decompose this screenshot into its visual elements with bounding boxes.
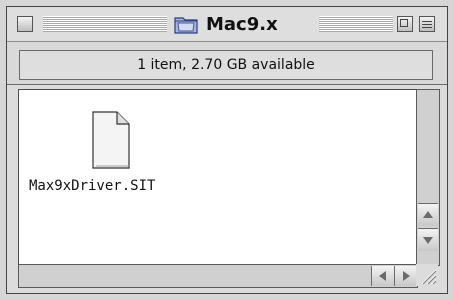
status-bar: 1 item, 2.70 GB available: [19, 50, 433, 80]
grow-box-icon: [421, 269, 437, 285]
file-list[interactable]: Max9xDriver.SIT: [18, 89, 418, 266]
left-arrow-icon: [379, 271, 386, 281]
title-stripes-right: [319, 16, 393, 32]
horizontal-scrollbar[interactable]: [18, 264, 418, 288]
folder-icon: [172, 12, 200, 36]
grow-box[interactable]: [416, 264, 438, 286]
right-arrow-icon: [403, 271, 410, 281]
window-title: Mac9.x: [172, 11, 314, 37]
down-arrow-icon: [423, 237, 433, 244]
scroll-down-button[interactable]: [418, 228, 438, 251]
file-name[interactable]: Max9xDriver.SIT: [29, 178, 179, 194]
vertical-scrollbar[interactable]: [416, 89, 440, 266]
window-title-text: Mac9.x: [206, 13, 278, 35]
zoom-inner-icon: [400, 19, 408, 27]
finder-window: Mac9.x 1 item, 2.70 GB available Max9xDr…: [6, 6, 448, 294]
document-icon[interactable]: [87, 110, 133, 172]
title-stripes-left: [43, 16, 167, 32]
scroll-right-button[interactable]: [394, 266, 417, 286]
window-header: 1 item, 2.70 GB available: [7, 42, 447, 85]
collapse-line-icon: [422, 24, 432, 25]
status-text: 1 item, 2.70 GB available: [137, 57, 315, 73]
scroll-up-button[interactable]: [418, 203, 438, 226]
collapse-box[interactable]: [419, 16, 435, 32]
scroll-left-button[interactable]: [371, 266, 394, 286]
zoom-box[interactable]: [397, 16, 413, 32]
collapse-line-icon: [422, 27, 432, 28]
file-item[interactable]: Max9xDriver.SIT: [29, 110, 179, 220]
collapse-line-icon: [422, 21, 432, 22]
title-bar[interactable]: Mac9.x: [7, 7, 447, 42]
up-arrow-icon: [423, 211, 433, 218]
close-box[interactable]: [17, 16, 33, 32]
